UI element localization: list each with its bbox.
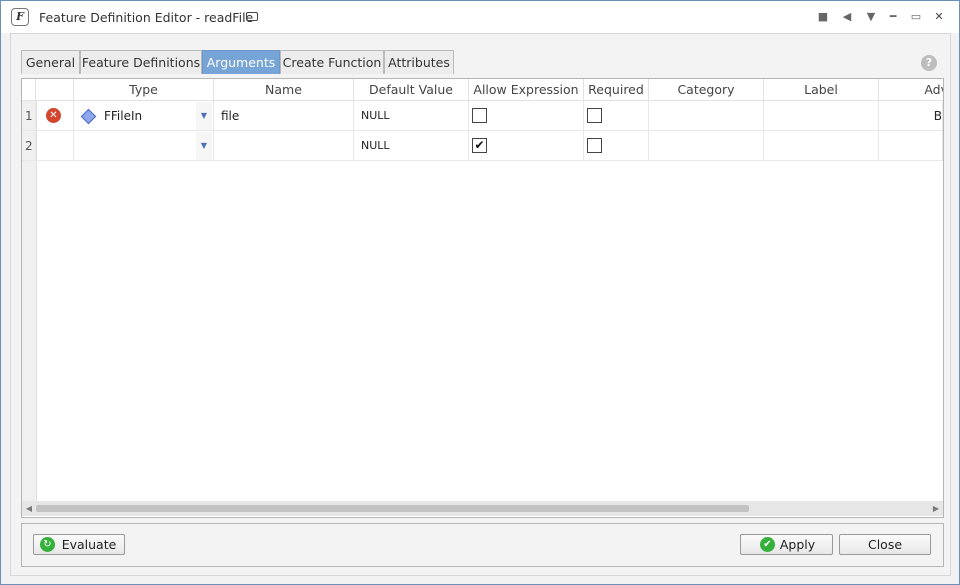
type-cell[interactable]: ▼ <box>74 131 214 161</box>
tab-general[interactable]: General <box>21 50 80 74</box>
error-icon[interactable]: ✕ <box>46 108 61 123</box>
required-cell <box>584 101 649 131</box>
diamond-icon <box>80 108 97 125</box>
column-header-allow-expression[interactable]: Allow Expression <box>469 79 584 101</box>
tab-feature-definitions[interactable]: Feature Definitions <box>80 50 202 74</box>
minimize-icon[interactable]: ━ <box>883 7 903 27</box>
tab-arguments[interactable]: Arguments <box>202 50 280 74</box>
status-cell[interactable]: ✕ <box>36 101 74 131</box>
column-header-name[interactable]: Name <box>214 79 354 101</box>
row-number-header <box>22 79 36 101</box>
dropdown-icon[interactable]: ▼ <box>861 7 881 27</box>
title-bar[interactable]: F Feature Definition Editor - readFile ■… <box>1 1 959 33</box>
allow-expression-cell: ✔ <box>469 131 584 161</box>
button-bar: ↻ Evaluate ✔ Apply Close <box>21 523 944 567</box>
chevron-down-icon[interactable]: ▼ <box>196 102 212 130</box>
close-window-icon[interactable]: ✕ <box>929 7 949 27</box>
evaluate-label: Evaluate <box>61 537 117 552</box>
scrollbar-thumb[interactable] <box>36 505 749 512</box>
required-cell <box>584 131 649 161</box>
arguments-grid: Type Name Default Value Allow Expression… <box>21 78 944 518</box>
column-header-type[interactable]: Type <box>74 79 214 101</box>
row-number: 1 <box>22 101 36 131</box>
close-button[interactable]: Close <box>839 534 931 555</box>
maximize-icon[interactable]: ▭ <box>906 7 926 27</box>
refresh-icon: ↻ <box>40 537 55 552</box>
required-checkbox[interactable] <box>587 138 602 153</box>
allow-expression-checkbox[interactable] <box>472 108 487 123</box>
row-number: 2 <box>22 131 36 161</box>
horizontal-scrollbar[interactable]: ◀ ▶ <box>22 501 943 516</box>
allow-expression-checkbox[interactable]: ✔ <box>472 138 487 153</box>
apply-label: Apply <box>779 537 816 552</box>
required-checkbox[interactable] <box>587 108 602 123</box>
app-logo-icon: F <box>11 8 29 26</box>
type-cell[interactable]: FFileIn ▼ <box>74 101 214 131</box>
column-header-default-value[interactable]: Default Value <box>354 79 469 101</box>
category-cell[interactable] <box>649 101 764 131</box>
column-header-required[interactable]: Required <box>584 79 649 101</box>
checkmark-icon: ✔ <box>760 537 775 552</box>
adv-cell[interactable] <box>879 131 943 161</box>
adv-cell[interactable]: B <box>879 101 943 131</box>
editor-window: F Feature Definition Editor - readFile ■… <box>0 0 960 585</box>
default-value-cell[interactable]: NULL <box>354 131 469 161</box>
evaluate-button[interactable]: ↻ Evaluate <box>33 534 125 555</box>
scroll-left-icon[interactable]: ◀ <box>22 501 36 516</box>
type-value: FFileIn <box>104 109 143 123</box>
default-value-cell[interactable]: NULL <box>354 101 469 131</box>
help-icon[interactable]: ? <box>921 55 937 71</box>
window-title: Feature Definition Editor - readFile <box>39 10 254 25</box>
status-cell[interactable] <box>36 131 74 161</box>
column-header-label[interactable]: Label <box>764 79 879 101</box>
status-header <box>36 79 74 101</box>
column-header-category[interactable]: Category <box>649 79 764 101</box>
allow-expression-cell <box>469 101 584 131</box>
name-cell[interactable] <box>214 131 354 161</box>
tab-attributes[interactable]: Attributes <box>384 50 454 74</box>
stop-icon[interactable]: ■ <box>813 7 833 27</box>
chevron-down-icon[interactable]: ▼ <box>196 132 212 160</box>
back-icon[interactable]: ◀ <box>837 7 857 27</box>
label-cell[interactable] <box>764 131 879 161</box>
apply-button[interactable]: ✔ Apply <box>740 534 833 555</box>
scroll-right-icon[interactable]: ▶ <box>929 501 943 516</box>
row-gutter <box>22 101 37 501</box>
editor-content: General Feature Definitions Arguments Cr… <box>10 33 951 576</box>
category-cell[interactable] <box>649 131 764 161</box>
column-header-adv[interactable]: Adv <box>879 79 943 101</box>
name-cell[interactable]: file <box>214 101 354 131</box>
label-cell[interactable] <box>764 101 879 131</box>
tab-create-function[interactable]: Create Function <box>280 50 384 74</box>
tag-icon[interactable] <box>246 12 258 21</box>
